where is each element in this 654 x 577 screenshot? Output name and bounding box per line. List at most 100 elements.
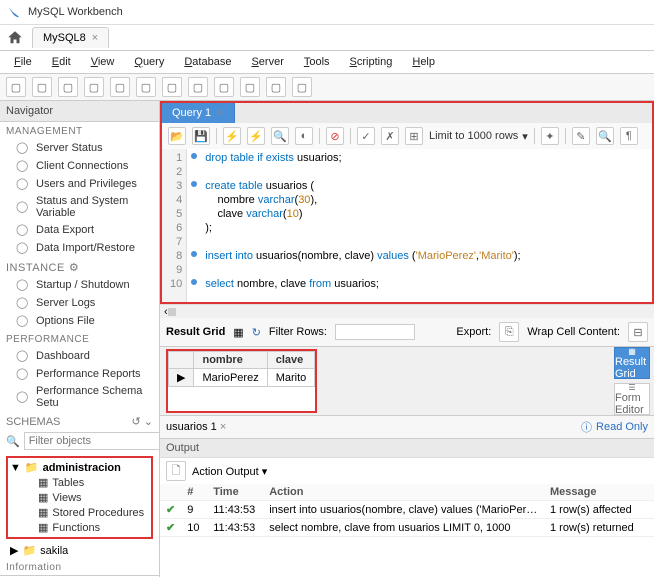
open-icon[interactable]: ▢ bbox=[58, 77, 78, 97]
db-icon[interactable]: ▢ bbox=[188, 77, 208, 97]
open-icon[interactable]: 📂 bbox=[168, 127, 186, 145]
readonly-indicator: ⓘRead Only bbox=[581, 419, 648, 435]
new-sql-icon[interactable]: ▢ bbox=[32, 77, 52, 97]
nav-item-users-and-privileges[interactable]: ◯Users and Privileges bbox=[0, 175, 159, 193]
nav-item-data-import-restore[interactable]: ◯Data Import/Restore bbox=[0, 239, 159, 257]
output-row[interactable]: ✔911:43:53insert into usuarios(nombre, c… bbox=[160, 501, 654, 519]
export-label: Export: bbox=[456, 326, 491, 338]
navigator-title: Navigator bbox=[6, 105, 53, 117]
title-bar: MySQL Workbench bbox=[0, 0, 654, 25]
schema-item-sakila[interactable]: ▶📁sakila bbox=[0, 543, 159, 558]
result-status-bar: usuarios 1 × ⓘRead Only bbox=[160, 415, 654, 438]
save-icon[interactable]: 💾 bbox=[192, 127, 210, 145]
navigator-header: Navigator bbox=[0, 101, 159, 122]
instance-section: INSTANCE ⚙ bbox=[0, 257, 159, 276]
nav-item-server-status[interactable]: ◯Server Status bbox=[0, 139, 159, 157]
stop-icon[interactable]: ◐ bbox=[295, 127, 313, 145]
col-action: Action bbox=[263, 484, 544, 501]
col-num: # bbox=[181, 484, 207, 501]
nav-item-server-logs[interactable]: ◯Server Logs bbox=[0, 294, 159, 312]
nav-item-data-export[interactable]: ◯Data Export bbox=[0, 221, 159, 239]
home-icon[interactable] bbox=[6, 29, 24, 47]
menu-edit[interactable]: Edit bbox=[44, 53, 79, 71]
close-icon[interactable]: × bbox=[92, 32, 98, 44]
connection-tab[interactable]: MySQL8 × bbox=[32, 27, 109, 48]
results-toolbar: Result Grid ▦ ↻ Filter Rows: Export: ⎘ W… bbox=[160, 318, 654, 347]
output-header: Output bbox=[160, 438, 654, 457]
explain-icon[interactable]: 🔍 bbox=[271, 127, 289, 145]
find-icon[interactable]: 🔍 bbox=[596, 127, 614, 145]
menu-tools[interactable]: Tools bbox=[296, 53, 338, 71]
result-tab[interactable]: usuarios 1 bbox=[166, 421, 217, 433]
autocommit-icon[interactable]: ⊞ bbox=[405, 127, 423, 145]
result-grid-button[interactable]: ▦Result Grid bbox=[614, 347, 650, 379]
menu-bar: FileEditViewQueryDatabaseServer ToolsScri… bbox=[0, 51, 654, 74]
db-icon[interactable]: ▢ bbox=[240, 77, 260, 97]
db-icon[interactable]: ▢ bbox=[162, 77, 182, 97]
wrap-icon[interactable]: ⊟ bbox=[628, 322, 648, 342]
filter-rows-input[interactable] bbox=[335, 324, 415, 340]
db-icon[interactable]: ▢ bbox=[136, 77, 156, 97]
menu-view[interactable]: View bbox=[83, 53, 123, 71]
nav-item-startup-shutdown[interactable]: ◯Startup / Shutdown bbox=[0, 276, 159, 294]
menu-query[interactable]: Query bbox=[126, 53, 172, 71]
form-editor-button[interactable]: ☰Form Editor bbox=[614, 383, 650, 415]
beautify-icon[interactable]: ✎ bbox=[572, 127, 590, 145]
schema-item-administracion[interactable]: ▼📁administracion bbox=[10, 460, 149, 475]
menu-server[interactable]: Server bbox=[243, 53, 291, 71]
wrap-label: Wrap Cell Content: bbox=[527, 326, 620, 338]
hscroll[interactable]: ‹ bbox=[160, 304, 654, 318]
row-selector[interactable]: ▶ bbox=[169, 369, 194, 387]
schema-child-views[interactable]: ▦Views bbox=[10, 490, 149, 505]
no-icon[interactable]: ⊘ bbox=[326, 127, 344, 145]
search-icon: 🔍 bbox=[6, 435, 20, 448]
nav-item-status-and-system-variable[interactable]: ◯Status and System Variable bbox=[0, 193, 159, 221]
output-mode-select[interactable]: Action Output ▾ bbox=[192, 465, 267, 478]
filter-input[interactable] bbox=[24, 432, 160, 450]
menu-scripting[interactable]: Scripting bbox=[342, 53, 401, 71]
sep-icon[interactable]: ▢ bbox=[110, 77, 130, 97]
schemas-section: SCHEMAS↺ ⌄ bbox=[0, 411, 159, 430]
close-icon[interactable]: × bbox=[217, 107, 223, 119]
grid-icon[interactable]: ▦ bbox=[233, 326, 243, 339]
sql-editor[interactable]: 12345678910 drop table if exists usuario… bbox=[160, 149, 654, 304]
invisible-icon[interactable]: ¶ bbox=[620, 127, 638, 145]
rollback-icon[interactable]: ✗ bbox=[381, 127, 399, 145]
menu-file[interactable]: File bbox=[6, 53, 40, 71]
limit-selector[interactable]: Limit to 1000 rows▾ bbox=[429, 130, 528, 143]
success-icon: ✔ bbox=[166, 504, 175, 516]
query-tab-label: Query 1 bbox=[172, 107, 211, 119]
commit-icon[interactable]: ✓ bbox=[357, 127, 375, 145]
nav-item-performance-reports[interactable]: ◯Performance Reports bbox=[0, 365, 159, 383]
cell[interactable]: MarioPerez bbox=[194, 369, 267, 387]
result-grid[interactable]: nombreclave ▶MarioPerezMarito bbox=[166, 349, 317, 413]
col-nombre[interactable]: nombre bbox=[194, 352, 267, 369]
execute-current-icon[interactable]: ⚡ bbox=[247, 127, 265, 145]
output-row[interactable]: ✔1011:43:53select nombre, clave from usu… bbox=[160, 519, 654, 537]
db-icon[interactable]: ▢ bbox=[266, 77, 286, 97]
col-clave[interactable]: clave bbox=[267, 352, 315, 369]
star-icon[interactable]: ✦ bbox=[541, 127, 559, 145]
new-sql-icon[interactable]: ▢ bbox=[6, 77, 26, 97]
execute-icon[interactable]: ⚡ bbox=[223, 127, 241, 145]
nav-item-dashboard[interactable]: ◯Dashboard bbox=[0, 347, 159, 365]
menu-database[interactable]: Database bbox=[176, 53, 239, 71]
editor-toolbar: 📂 💾 ⚡ ⚡ 🔍 ◐ ⊘ ✓ ✗ ⊞ Limit to 1000 rows▾ … bbox=[160, 123, 654, 149]
refresh-icon[interactable]: ↻ bbox=[252, 326, 261, 339]
close-icon[interactable]: × bbox=[220, 421, 226, 433]
schema-child-stored-procedures[interactable]: ▦Stored Procedures bbox=[10, 505, 149, 520]
save-icon[interactable]: ▢ bbox=[84, 77, 104, 97]
db-icon[interactable]: ▢ bbox=[214, 77, 234, 97]
export-icon[interactable]: ⎘ bbox=[499, 322, 519, 342]
filter-rows-label: Filter Rows: bbox=[269, 326, 327, 338]
schema-child-tables[interactable]: ▦Tables bbox=[10, 475, 149, 490]
schema-child-functions[interactable]: ▦Functions bbox=[10, 520, 149, 535]
query-tab[interactable]: Query 1 × bbox=[162, 103, 235, 123]
nav-item-options-file[interactable]: ◯Options File bbox=[0, 312, 159, 330]
nav-item-performance-schema-setu[interactable]: ◯Performance Schema Setu bbox=[0, 383, 159, 411]
nav-item-client-connections[interactable]: ◯Client Connections bbox=[0, 157, 159, 175]
db-icon[interactable]: ▢ bbox=[292, 77, 312, 97]
menu-help[interactable]: Help bbox=[404, 53, 443, 71]
output-clear-icon[interactable]: 🗋 bbox=[166, 461, 186, 481]
cell[interactable]: Marito bbox=[267, 369, 315, 387]
